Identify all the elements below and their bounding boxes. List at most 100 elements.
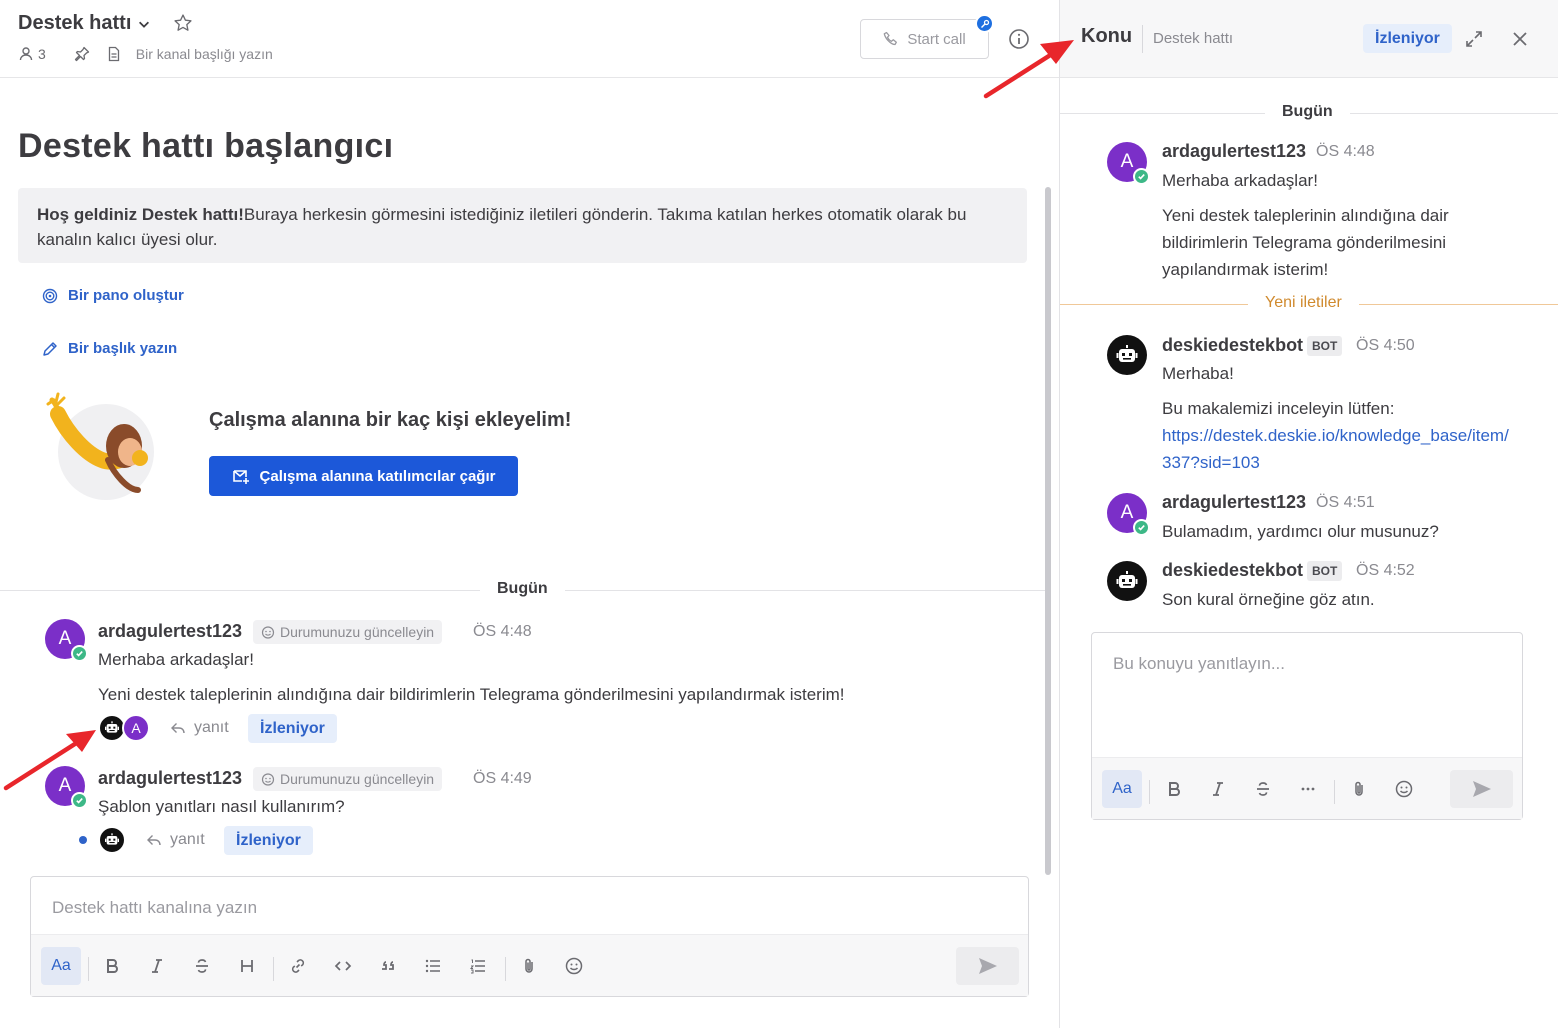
robot-icon (1116, 571, 1138, 588)
expand-icon[interactable] (1464, 29, 1484, 49)
bullet-list-button[interactable] (413, 947, 453, 985)
member-count-button[interactable]: 3 (18, 46, 46, 62)
quote-button[interactable] (368, 947, 408, 985)
emoji-add-icon (261, 626, 275, 639)
italic-button[interactable] (137, 947, 177, 985)
channel-header-placeholder[interactable]: Bir kanal başlığı yazın (136, 46, 273, 62)
emoji-button[interactable] (1384, 770, 1424, 808)
online-check-icon (71, 645, 88, 662)
close-icon[interactable] (1510, 29, 1530, 49)
send-button[interactable] (1450, 770, 1513, 808)
link-button[interactable] (278, 947, 318, 985)
following-button[interactable]: İzleniyor (224, 826, 313, 855)
numbered-list-button[interactable] (458, 947, 498, 985)
avatar-letter: A (1120, 502, 1134, 523)
knowledge-base-link[interactable]: https://destek.deskie.io/knowledge_base/… (1162, 422, 1509, 449)
update-status-chip[interactable]: Durumunuzu güncelleyin (253, 767, 443, 791)
thread-panel: Konu Destek hattı İzleniyor Bugün A arda… (1059, 0, 1558, 1028)
numbered-list-icon (469, 959, 485, 974)
start-call-label: Start call (907, 30, 966, 48)
bold-icon (107, 959, 118, 973)
write-header-link[interactable]: Bir başlık yazın (42, 340, 177, 357)
post-time[interactable]: ÖS 4:48 (1316, 143, 1375, 161)
following-button[interactable]: İzleniyor (248, 714, 337, 743)
bold-button[interactable] (92, 947, 132, 985)
strikethrough-icon (196, 959, 208, 973)
post-time[interactable]: ÖS 4:52 (1356, 562, 1415, 580)
thread-channel-link[interactable]: Destek hattı (1153, 30, 1233, 47)
create-board-link[interactable]: Bir pano oluştur (42, 287, 184, 304)
post-username[interactable]: ardagulertest123 (98, 768, 242, 789)
post-message-line: Yeni destek taleplerinin alındığına dair… (98, 685, 845, 704)
knowledge-base-link[interactable]: 337?sid=103 (1162, 449, 1260, 476)
italic-button[interactable] (1198, 770, 1238, 808)
reply-icon (171, 723, 185, 734)
quote-icon (382, 961, 394, 970)
post-message-line: bildirimlerin Telegrama gönderilmesini (1162, 233, 1447, 252)
attach-button[interactable] (1339, 770, 1379, 808)
channel-title: Destek hattı (18, 12, 132, 34)
strikethrough-button[interactable] (1243, 770, 1283, 808)
post-message-line: Yeni destek taleplerinin alındığına dair (1162, 206, 1449, 225)
post-username[interactable]: ardagulertest123 (1162, 141, 1306, 162)
thread-header: Konu Destek hattı İzleniyor (1060, 0, 1558, 78)
reply-button[interactable]: yanıt (146, 831, 205, 849)
post-message-line: Merhaba arkadaşlar! (1162, 171, 1318, 190)
scrollbar[interactable] (1045, 187, 1051, 875)
invite-members-button[interactable]: Çalışma alanına katılımcılar çağır (209, 456, 518, 496)
italic-icon (1213, 782, 1223, 796)
bold-icon (1169, 782, 1180, 796)
post-time[interactable]: ÖS 4:49 (473, 770, 532, 788)
reply-icon (147, 835, 161, 846)
toolbar-divider (1334, 780, 1335, 804)
attach-button[interactable] (509, 947, 549, 985)
bot-avatar[interactable] (1107, 561, 1147, 601)
update-status-label: Durumunuzu güncelleyin (280, 771, 435, 787)
post-username[interactable]: ardagulertest123 (1162, 492, 1306, 513)
send-icon (1472, 781, 1491, 797)
code-button[interactable] (323, 947, 363, 985)
robot-icon (105, 833, 119, 845)
update-status-label: Durumunuzu güncelleyin (280, 624, 435, 640)
post-time[interactable]: ÖS 4:50 (1356, 337, 1415, 355)
post-time[interactable]: ÖS 4:48 (473, 623, 532, 641)
avatar-letter: A (1120, 151, 1134, 172)
post-time[interactable]: ÖS 4:51 (1316, 494, 1375, 512)
post-username[interactable]: deskiedestekbot (1162, 335, 1303, 356)
bot-avatar[interactable] (1107, 335, 1147, 375)
toolbar-divider (273, 957, 274, 981)
post-username[interactable]: deskiedestekbot (1162, 560, 1303, 581)
strikethrough-button[interactable] (182, 947, 222, 985)
avatar[interactable]: A (1107, 142, 1150, 185)
thread-following-button[interactable]: İzleniyor (1363, 24, 1452, 53)
post-username[interactable]: ardagulertest123 (98, 621, 242, 642)
paperclip-icon (525, 958, 533, 973)
avatar[interactable]: A (45, 619, 88, 662)
header-divider (1142, 25, 1143, 53)
paperclip-icon (1355, 781, 1363, 796)
channel-title-menu[interactable]: Destek hattı (18, 12, 151, 35)
toolbar-divider (88, 957, 89, 981)
format-toggle-button[interactable]: Aa (41, 947, 81, 985)
avatar[interactable]: A (1107, 493, 1150, 536)
update-status-chip[interactable]: Durumunuzu güncelleyin (253, 620, 443, 644)
message-input[interactable]: Destek hattı kanalına yazın (52, 898, 257, 918)
online-check-icon (1133, 168, 1150, 185)
bold-button[interactable] (1154, 770, 1194, 808)
star-icon[interactable] (173, 13, 193, 33)
reply-button[interactable]: yanıt (170, 719, 229, 737)
pin-icon[interactable] (74, 46, 90, 62)
channel-intro-title: Destek hattı başlangıcı (18, 127, 394, 165)
online-check-icon (71, 792, 88, 809)
more-formatting-button[interactable] (1288, 770, 1328, 808)
thread-reply-input[interactable]: Bu konuyu yanıtlayın... (1113, 654, 1285, 674)
format-toggle-button[interactable]: Aa (1102, 770, 1142, 808)
heading-button[interactable] (227, 947, 267, 985)
chevron-down-icon (139, 21, 150, 28)
message-composer: Destek hattı kanalına yazın Aa (30, 876, 1029, 997)
thread-reply-composer: Bu konuyu yanıtlayın... Aa (1091, 632, 1523, 820)
write-header-label: Bir başlık yazın (68, 340, 178, 357)
send-button[interactable] (956, 947, 1019, 985)
emoji-button[interactable] (554, 947, 594, 985)
start-call-button[interactable]: Start call (860, 19, 989, 59)
